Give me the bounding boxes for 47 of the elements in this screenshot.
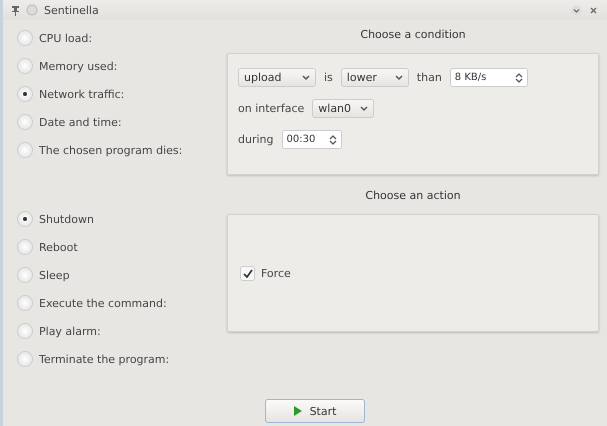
radio-label: The chosen program dies: [39, 144, 182, 156]
radio-option[interactable]: Shutdown [17, 211, 217, 227]
start-button[interactable]: Start [265, 399, 365, 423]
radio-label: Memory used: [39, 60, 118, 72]
during-label: during [238, 133, 274, 146]
radio-option[interactable]: Play alarm: [17, 323, 217, 339]
comparison-dropdown[interactable]: lower [340, 68, 409, 87]
radio-label: Execute the command: [39, 296, 167, 310]
than-label: than [416, 71, 442, 84]
is-label: is [324, 71, 333, 84]
direction-dropdown[interactable]: upload [238, 68, 316, 87]
chevron-down-icon [394, 74, 403, 80]
force-checkbox[interactable]: Force [240, 266, 586, 280]
radio-option[interactable]: Date and time: [17, 114, 217, 130]
radio-option[interactable]: Execute the command: [17, 295, 217, 311]
close-icon[interactable] [588, 4, 599, 16]
interface-dropdown[interactable]: wlan0 [312, 99, 374, 118]
play-icon [294, 406, 302, 416]
spin-arrows-icon [328, 134, 336, 144]
threshold-spinbox[interactable]: 8 KB/s [450, 68, 528, 87]
duration-spinbox[interactable]: 00:30 [282, 130, 342, 149]
radio-label: Sleep [39, 268, 70, 282]
minimize-icon[interactable] [571, 4, 582, 16]
radio-label: Terminate the program: [39, 352, 170, 366]
spin-arrows-icon [514, 72, 523, 82]
interface-label: on interface [238, 102, 304, 115]
radio-label: Date and time: [39, 116, 122, 128]
radio-option[interactable]: Network traffic: [17, 86, 217, 102]
radio-label: Play alarm: [39, 324, 101, 338]
radio-label: Network traffic: [39, 88, 124, 100]
radio-option[interactable]: Terminate the program: [17, 351, 217, 367]
radio-label: CPU load: [39, 32, 92, 44]
section-title: Choose an action [364, 188, 462, 204]
radio-option[interactable]: CPU load: [17, 30, 217, 46]
pin-icon[interactable] [11, 4, 20, 16]
radio-label: Reboot [39, 240, 78, 254]
radio-option[interactable]: Memory used: [17, 58, 217, 74]
checkbox-label: Force [261, 266, 291, 280]
radio-option[interactable]: Sleep [17, 267, 217, 283]
radio-option[interactable]: Reboot [17, 239, 217, 255]
window-title: Sentinella [44, 4, 100, 16]
chevron-down-icon [360, 106, 368, 112]
chevron-down-icon [302, 74, 310, 80]
radio-label: Shutdown [39, 212, 94, 226]
app-icon [26, 4, 38, 16]
radio-option[interactable]: The chosen program dies: [17, 142, 217, 158]
section-title: Choose a condition [359, 27, 467, 43]
